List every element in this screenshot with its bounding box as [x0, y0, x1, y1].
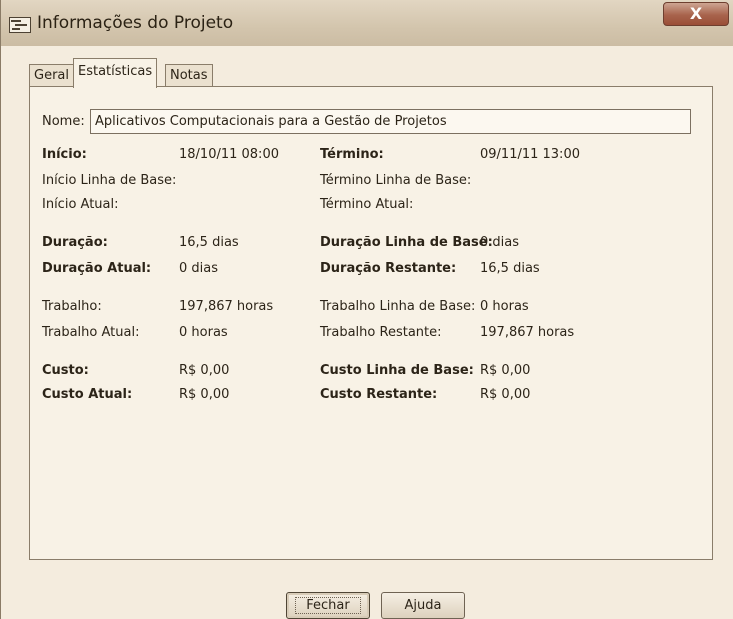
close-icon: X	[689, 4, 703, 23]
tab-geral[interactable]: Geral	[29, 64, 74, 86]
actual-work-label: Trabalho Atual:	[42, 325, 140, 340]
actual-cost-label: Custo Atual:	[42, 387, 133, 402]
finish-value: 09/11/11 13:00	[480, 147, 580, 162]
baseline-finish-label: Término Linha de Base:	[320, 173, 472, 188]
window-title: Informações do Projeto	[37, 13, 234, 33]
actual-cost-value: R$ 0,00	[179, 387, 230, 402]
close-button[interactable]: Fechar	[286, 592, 370, 619]
actual-duration-value: 0 dias	[179, 261, 219, 276]
finish-label: Término:	[320, 147, 384, 162]
duration-value: 16,5 dias	[179, 235, 239, 250]
baseline-cost-value: R$ 0,00	[480, 363, 531, 378]
help-button[interactable]: Ajuda	[381, 592, 465, 619]
project-info-dialog: Informações do Projeto X Geral Estatísti…	[0, 0, 733, 619]
statistics-panel: Nome: Início: 18/10/11 08:00 Término: 09…	[29, 86, 713, 560]
remaining-duration-value: 16,5 dias	[480, 261, 540, 276]
baseline-work-value: 0 horas	[480, 299, 529, 314]
baseline-work-label: Trabalho Linha de Base:	[320, 299, 476, 314]
close-button-label: Fechar	[295, 597, 361, 614]
duration-label: Duração:	[42, 235, 108, 250]
actual-start-label: Início Atual:	[42, 197, 119, 212]
cost-label: Custo:	[42, 363, 89, 378]
baseline-duration-value: 0 dias	[480, 235, 520, 250]
cost-value: R$ 0,00	[179, 363, 230, 378]
start-label: Início:	[42, 147, 87, 162]
remaining-work-label: Trabalho Restante:	[320, 325, 442, 340]
work-value: 197,867 horas	[179, 299, 274, 314]
work-label: Trabalho:	[42, 299, 102, 314]
tab-estatisticas[interactable]: Estatísticas	[73, 58, 158, 88]
actual-duration-label: Duração Atual:	[42, 261, 152, 276]
remaining-duration-label: Duração Restante:	[320, 261, 457, 276]
actual-finish-label: Término Atual:	[320, 197, 414, 212]
gantt-icon	[9, 17, 31, 33]
title-bar[interactable]: Informações do Projeto X	[1, 0, 733, 46]
baseline-start-label: Início Linha de Base:	[42, 173, 177, 188]
tab-notas[interactable]: Notas	[165, 64, 213, 86]
project-name-field[interactable]	[90, 109, 691, 134]
name-label: Nome:	[42, 114, 85, 129]
remaining-work-value: 197,867 horas	[480, 325, 575, 340]
remaining-cost-value: R$ 0,00	[480, 387, 531, 402]
start-value: 18/10/11 08:00	[179, 147, 279, 162]
remaining-cost-label: Custo Restante:	[320, 387, 438, 402]
baseline-duration-label: Duração Linha de Base:	[320, 235, 493, 250]
close-window-button[interactable]: X	[663, 2, 729, 26]
help-button-label: Ajuda	[404, 598, 442, 613]
actual-work-value: 0 horas	[179, 325, 228, 340]
baseline-cost-label: Custo Linha de Base:	[320, 363, 474, 378]
